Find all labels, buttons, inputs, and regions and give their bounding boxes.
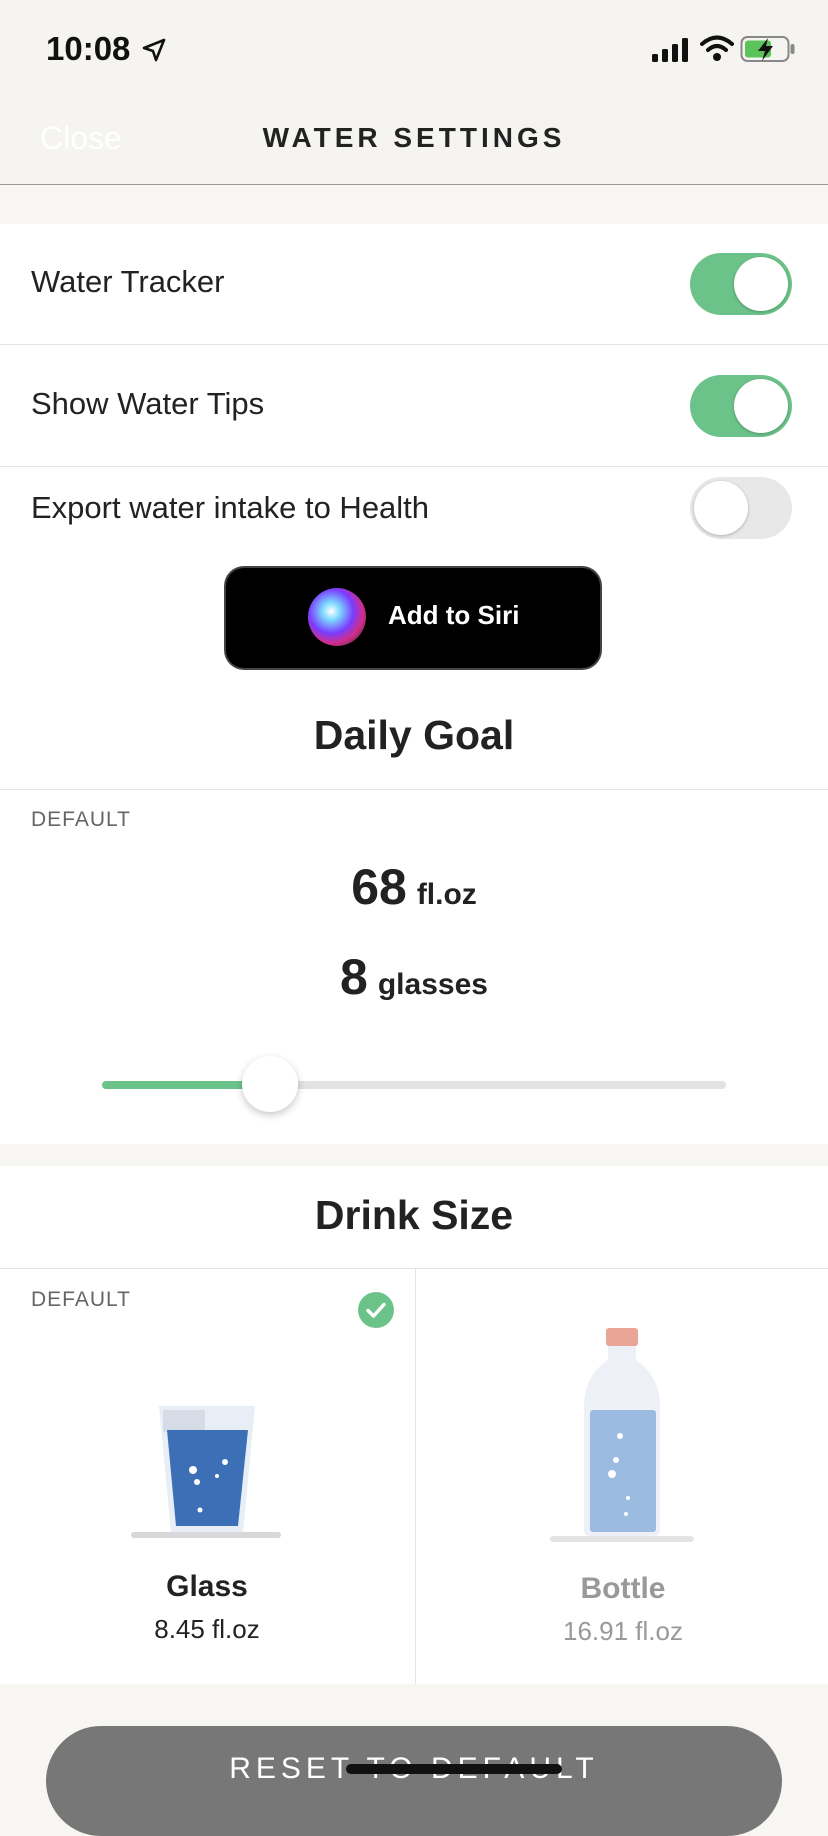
toggle-knob [734,257,788,311]
drink-size-default-label: DEFAULT [31,1288,131,1311]
drink-size-glass: 8.45 fl.oz [154,1614,260,1644]
home-indicator [346,1764,562,1774]
water-tracker-label: Water Tracker [31,264,225,299]
divider [0,789,828,790]
drink-name-bottle: Bottle [580,1572,666,1605]
daily-goal-title: Daily Goal [313,712,515,758]
export-health-label: Export water intake to Health [31,490,430,525]
daily-goal-default-label: DEFAULT [31,808,131,831]
daily-goal-glasses-value: 8 [340,949,368,1005]
checkmark-icon [358,1292,394,1328]
daily-goal-amount-value: 68 [351,859,407,915]
page-title: WATER SETTINGS [262,122,566,153]
add-to-siri-label: Add to Siri [388,600,520,630]
water-tips-label: Show Water Tips [31,386,265,421]
add-to-siri-button[interactable]: Add to Siri [226,568,600,668]
bottle-icon [550,1328,694,1542]
siri-icon [308,588,366,646]
status-time: 10:08 [46,30,131,67]
water-tips-row: Show Water Tips [0,346,828,467]
wifi-icon [700,35,734,61]
daily-goal-slider-track[interactable] [102,1081,726,1089]
drink-size-title: Drink Size [314,1192,514,1238]
daily-goal-glasses: 8 glasses [0,948,828,1006]
status-bar: 10:08 [0,0,828,96]
export-health-toggle[interactable] [690,477,792,539]
nav-bar: Close WATER SETTINGS [0,96,828,185]
toggle-knob [734,379,788,433]
glass-icon [131,1406,281,1538]
drink-option-bottle[interactable]: Bottle 16.91 fl.oz [415,1268,828,1684]
drink-option-glass[interactable]: DEFAULT Glass 8.45 fl.oz [0,1268,414,1684]
water-tracker-row: Water Tracker [0,224,828,345]
drink-name-glass: Glass [166,1570,248,1603]
daily-goal-amount-unit: fl.oz [416,878,477,911]
cellular-signal-icon [652,38,688,62]
water-tracker-toggle[interactable] [690,253,792,315]
drink-size-bottle: 16.91 fl.oz [563,1616,683,1646]
export-health-row: Export water intake to Health [0,468,828,564]
battery-charging-icon [740,36,795,62]
reset-to-default-button[interactable]: RESET TO DEFAULT [46,1726,782,1836]
daily-goal-amount: 68 fl.oz [0,858,828,916]
water-tips-toggle[interactable] [690,375,792,437]
daily-goal-glasses-unit: glasses [377,968,488,1001]
location-arrow-icon [142,38,166,62]
toggle-knob [694,481,748,535]
